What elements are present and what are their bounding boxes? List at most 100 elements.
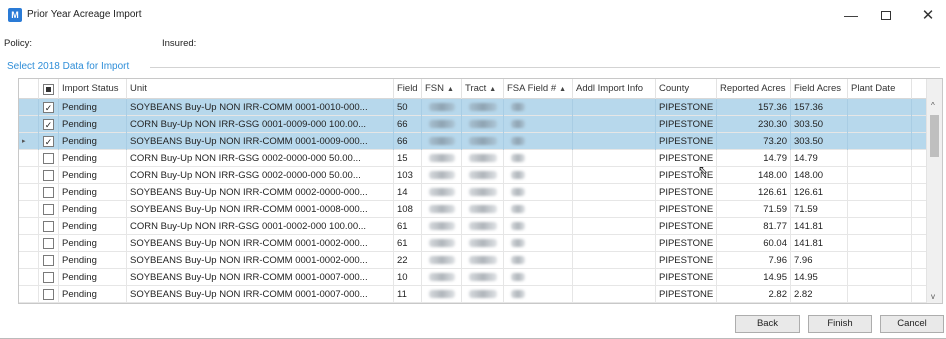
- row-indicator-cell: [19, 235, 39, 252]
- finish-button[interactable]: Finish: [808, 315, 872, 333]
- redacted-value: [429, 154, 455, 163]
- fsn-cell-redacted: [422, 252, 462, 269]
- field-cell: 10: [394, 269, 422, 286]
- column-header-field[interactable]: Field: [394, 79, 422, 99]
- column-header-addl-import-info[interactable]: Addl Import Info: [573, 79, 656, 99]
- select-all-checkbox[interactable]: [43, 84, 54, 95]
- plant-date-cell: [848, 99, 912, 116]
- minimize-button[interactable]: —: [838, 4, 864, 26]
- window-title: Prior Year Acreage Import: [27, 9, 142, 20]
- vertical-scrollbar[interactable]: ^ v: [926, 79, 942, 303]
- row-checkbox[interactable]: [43, 238, 54, 249]
- table-row[interactable]: Pending SOYBEANS Buy-Up NON IRR-COMM 0001…: [19, 269, 927, 286]
- row-indicator-cell: [19, 286, 39, 303]
- field-cell: 66: [394, 116, 422, 133]
- column-header-unit[interactable]: Unit: [127, 79, 394, 99]
- row-checkbox[interactable]: [43, 187, 54, 198]
- redacted-value: [469, 256, 497, 265]
- row-checkbox[interactable]: [43, 204, 54, 215]
- table-row[interactable]: ▸ ✓ Pending SOYBEANS Buy-Up NON IRR-COMM 00…: [19, 133, 927, 150]
- tract-cell-redacted: [462, 116, 504, 133]
- fsa-cell-redacted: [504, 286, 573, 303]
- column-header-fsa-field[interactable]: FSA Field # ▲: [504, 79, 573, 99]
- row-checkbox[interactable]: ✓: [43, 102, 54, 113]
- field-cell: 50: [394, 99, 422, 116]
- redacted-value: [429, 256, 455, 265]
- column-header-county[interactable]: County: [656, 79, 717, 99]
- reported-acres-cell: 81.77: [717, 218, 791, 235]
- redacted-value: [511, 222, 525, 231]
- plant-date-cell: [848, 218, 912, 235]
- back-button[interactable]: Back: [735, 315, 800, 333]
- scroll-up-arrow-icon[interactable]: ^: [931, 101, 935, 110]
- redacted-value: [469, 103, 497, 112]
- table-row[interactable]: Pending CORN Buy-Up NON IRR-GSG 0002-0000…: [19, 150, 927, 167]
- table-row[interactable]: ✓ Pending SOYBEANS Buy-Up NON IRR-COMM 000…: [19, 99, 927, 116]
- county-cell: PIPESTONE: [656, 269, 717, 286]
- row-indicator-cell: ▸: [19, 133, 39, 150]
- mouse-cursor-icon: ⇖: [698, 163, 709, 177]
- county-cell: PIPESTONE: [656, 201, 717, 218]
- table-row[interactable]: Pending CORN Buy-Up NON IRR-GSG 0002-0000…: [19, 167, 927, 184]
- scrollbar-thumb[interactable]: [930, 115, 939, 157]
- close-button[interactable]: ✕: [915, 4, 941, 26]
- fsa-field-header-label: FSA Field #: [507, 83, 557, 94]
- reported-acres-cell: 14.79: [717, 150, 791, 167]
- row-checkbox[interactable]: [43, 289, 54, 300]
- checkbox-cell: [39, 218, 59, 235]
- redacted-value: [429, 239, 455, 248]
- row-checkbox[interactable]: [43, 272, 54, 283]
- tract-cell-redacted: [462, 167, 504, 184]
- redacted-value: [469, 120, 497, 129]
- addl-import-info-cell: [573, 99, 656, 116]
- tract-cell-redacted: [462, 201, 504, 218]
- table-row[interactable]: Pending SOYBEANS Buy-Up NON IRR-COMM 0001…: [19, 201, 927, 218]
- field-acres-cell: 71.59: [791, 201, 848, 218]
- fsn-header-label: FSN: [425, 83, 444, 94]
- redacted-value: [469, 137, 497, 146]
- table-row[interactable]: Pending SOYBEANS Buy-Up NON IRR-COMM 0001…: [19, 235, 927, 252]
- fsn-cell-redacted: [422, 286, 462, 303]
- table-row[interactable]: Pending SOYBEANS Buy-Up NON IRR-COMM 0001…: [19, 286, 927, 303]
- field-cell: 61: [394, 235, 422, 252]
- reported-acres-cell: 230.30: [717, 116, 791, 133]
- row-checkbox[interactable]: ✓: [43, 119, 54, 130]
- checkbox-cell: [39, 252, 59, 269]
- table-row[interactable]: Pending SOYBEANS Buy-Up NON IRR-COMM 0001…: [19, 252, 927, 269]
- column-header-field-acres[interactable]: Field Acres: [791, 79, 848, 99]
- scroll-down-arrow-icon[interactable]: v: [931, 292, 935, 301]
- tract-cell-redacted: [462, 150, 504, 167]
- checkbox-cell: [39, 184, 59, 201]
- fsa-cell-redacted: [504, 167, 573, 184]
- row-indicator-cell: [19, 201, 39, 218]
- table-row[interactable]: Pending CORN Buy-Up NON IRR-GSG 0001-0002…: [19, 218, 927, 235]
- county-cell: PIPESTONE: [656, 252, 717, 269]
- row-checkbox[interactable]: ✓: [43, 136, 54, 147]
- column-header-import-status[interactable]: Import Status: [59, 79, 127, 99]
- import-status-cell: Pending: [59, 235, 127, 252]
- row-checkbox[interactable]: [43, 221, 54, 232]
- current-row-indicator-icon: ▸: [22, 138, 26, 145]
- field-acres-cell: 141.81: [791, 218, 848, 235]
- column-header-plant-date[interactable]: Plant Date: [848, 79, 912, 99]
- prior-year-acreage-import-window: M Prior Year Acreage Import — ✕ Policy: …: [0, 0, 946, 339]
- redacted-value: [469, 171, 497, 180]
- fsn-cell-redacted: [422, 235, 462, 252]
- column-header-tract[interactable]: Tract ▲: [462, 79, 504, 99]
- checkbox-cell: [39, 150, 59, 167]
- unit-cell: SOYBEANS Buy-Up NON IRR-COMM 0001-0002-0…: [127, 235, 394, 252]
- row-checkbox[interactable]: [43, 153, 54, 164]
- table-row[interactable]: Pending SOYBEANS Buy-Up NON IRR-COMM 0002…: [19, 184, 927, 201]
- row-checkbox[interactable]: [43, 170, 54, 181]
- reported-acres-cell: 71.59: [717, 201, 791, 218]
- column-header-reported-acres[interactable]: Reported Acres: [717, 79, 791, 99]
- table-row[interactable]: ✓ Pending CORN Buy-Up NON IRR-GSG 0001-000…: [19, 116, 927, 133]
- redacted-value: [429, 273, 455, 282]
- column-header-fsn[interactable]: FSN ▲: [422, 79, 462, 99]
- row-indicator-cell: [19, 116, 39, 133]
- cancel-button[interactable]: Cancel: [880, 315, 944, 333]
- redacted-value: [429, 188, 455, 197]
- row-checkbox[interactable]: [43, 255, 54, 266]
- maximize-button[interactable]: [873, 4, 899, 26]
- unit-cell: SOYBEANS Buy-Up NON IRR-COMM 0001-0002-0…: [127, 252, 394, 269]
